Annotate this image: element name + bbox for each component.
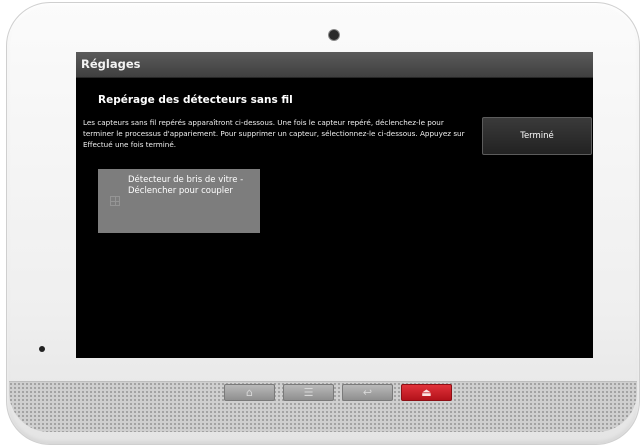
title-bar: Réglages xyxy=(76,52,593,78)
alarm-button[interactable]: ⏏ xyxy=(401,384,452,401)
section-heading: Repérage des détecteurs sans fil xyxy=(98,94,293,106)
camera-lens xyxy=(329,30,339,40)
menu-icon: ☰ xyxy=(303,386,314,399)
menu-button[interactable]: ☰ xyxy=(283,384,334,401)
tablet-device: Réglages Repérage des détecteurs sans fi… xyxy=(6,2,640,445)
sensor-grid-icon xyxy=(110,196,120,206)
done-button[interactable]: Terminé xyxy=(482,117,592,155)
touch-screen: Réglages Repérage des détecteurs sans fi… xyxy=(76,52,593,358)
page-title: Réglages xyxy=(81,57,141,71)
sensor-tile-glass-break[interactable]: Détecteur de bris de vitre - Déclencher … xyxy=(98,169,260,233)
hardware-button-bar: ⌂ ☰ ↩ ⏏ xyxy=(224,384,452,401)
status-led xyxy=(39,346,45,352)
instructions-text: Les capteurs sans fil repérés apparaîtro… xyxy=(83,118,465,149)
alarm-icon: ⏏ xyxy=(421,386,432,399)
home-button[interactable]: ⌂ xyxy=(224,384,275,401)
back-icon: ↩ xyxy=(362,386,373,399)
sensor-label: Détecteur de bris de vitre - Déclencher … xyxy=(128,175,244,196)
home-icon: ⌂ xyxy=(246,386,253,399)
back-button[interactable]: ↩ xyxy=(342,384,393,401)
